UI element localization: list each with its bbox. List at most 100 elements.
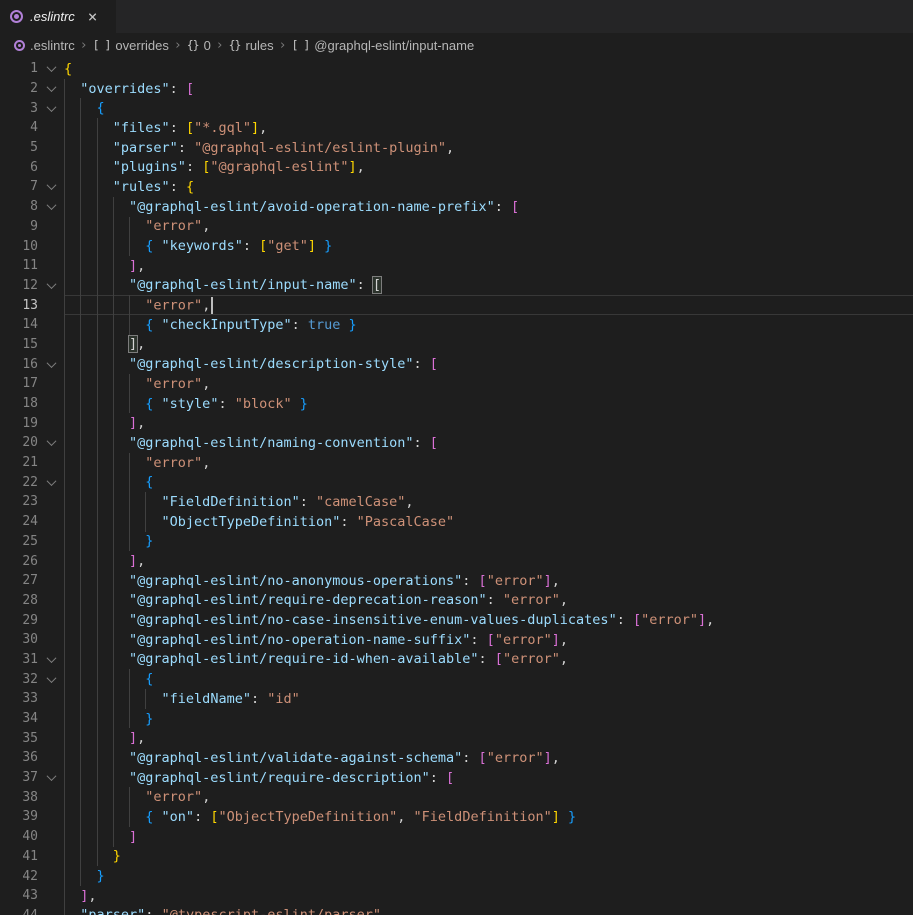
breadcrumb-item--eslintrc[interactable]: .eslintrc xyxy=(14,38,75,53)
code-line-13[interactable]: 13 "error", xyxy=(0,295,913,315)
fold-chevron-down-icon[interactable] xyxy=(46,200,56,210)
code-line-1[interactable]: 1{ xyxy=(0,59,913,79)
code-line-37[interactable]: 37 "@graphql-eslint/require-description"… xyxy=(0,768,913,788)
fold-chevron-down-icon[interactable] xyxy=(46,771,56,781)
line-number: 13 xyxy=(0,298,38,313)
code-line-35[interactable]: 35 ], xyxy=(0,728,913,748)
gutter: 16 xyxy=(0,354,64,374)
indent-guide xyxy=(113,571,114,591)
code-line-11[interactable]: 11 ], xyxy=(0,256,913,276)
token: "@graphql-eslint/validate-against-schema… xyxy=(129,750,462,766)
indent-guide xyxy=(64,472,65,492)
fold-chevron-down-icon[interactable] xyxy=(46,181,56,191)
token: "style" xyxy=(162,396,219,412)
code-tokens: "@graphql-eslint/avoid-operation-name-pr… xyxy=(64,199,519,215)
breadcrumb-item--graphql-eslint-input-name[interactable]: [ ]@graphql-eslint/input-name xyxy=(292,38,475,53)
fold-chevron-down-icon[interactable] xyxy=(46,279,56,289)
code-line-17[interactable]: 17 "error", xyxy=(0,374,913,394)
code-line-18[interactable]: 18 { "style": "block" } xyxy=(0,394,913,414)
code-line-21[interactable]: 21 "error", xyxy=(0,453,913,473)
indent-guide xyxy=(113,315,114,335)
code-line-39[interactable]: 39 { "on": ["ObjectTypeDefinition", "Fie… xyxy=(0,807,913,827)
token: : xyxy=(414,356,430,372)
token: } xyxy=(97,868,105,884)
code-line-10[interactable]: 10 { "keywords": ["get"] } xyxy=(0,236,913,256)
code-line-22[interactable]: 22 { xyxy=(0,472,913,492)
indent-guide xyxy=(64,177,65,197)
fold-chevron-down-icon[interactable] xyxy=(46,358,56,368)
gutter: 7 xyxy=(0,177,64,197)
code-line-5[interactable]: 5 "parser": "@graphql-eslint/eslint-plug… xyxy=(0,138,913,158)
code-line-27[interactable]: 27 "@graphql-eslint/no-anonymous-operati… xyxy=(0,571,913,591)
token: , xyxy=(357,159,365,175)
code-line-3[interactable]: 3 { xyxy=(0,98,913,118)
code-line-content: "parser": "@typescript-eslint/parser" xyxy=(64,906,913,915)
code-line-41[interactable]: 41 } xyxy=(0,847,913,867)
code-line-32[interactable]: 32 { xyxy=(0,669,913,689)
token: "ObjectTypeDefinition" xyxy=(162,514,341,530)
breadcrumb-item-overrides[interactable]: [ ]overrides xyxy=(93,38,169,53)
code-line-25[interactable]: 25 } xyxy=(0,532,913,552)
code-line-19[interactable]: 19 ], xyxy=(0,413,913,433)
code-line-15[interactable]: 15 ], xyxy=(0,335,913,355)
tab-close-icon[interactable]: × xyxy=(88,9,98,25)
code-line-28[interactable]: 28 "@graphql-eslint/require-deprecation-… xyxy=(0,591,913,611)
token: : xyxy=(479,651,495,667)
code-line-29[interactable]: 29 "@graphql-eslint/no-case-insensitive-… xyxy=(0,610,913,630)
tab-eslintrc[interactable]: .eslintrc × xyxy=(0,0,116,33)
code-line-content: { xyxy=(64,472,913,492)
code-line-2[interactable]: 2 "overrides": [ xyxy=(0,79,913,99)
code-tokens: ], xyxy=(64,553,145,569)
fold-chevron-down-icon[interactable] xyxy=(46,673,56,683)
code-line-content: "error", xyxy=(64,295,913,315)
fold-chevron-down-icon[interactable] xyxy=(46,82,56,92)
code-line-7[interactable]: 7 "rules": { xyxy=(0,177,913,197)
code-line-14[interactable]: 14 { "checkInputType": true } xyxy=(0,315,913,335)
code-line-30[interactable]: 30 "@graphql-eslint/no-operation-name-su… xyxy=(0,630,913,650)
indent-guide xyxy=(129,787,130,807)
indent-guide xyxy=(64,787,65,807)
code-line-24[interactable]: 24 "ObjectTypeDefinition": "PascalCase" xyxy=(0,512,913,532)
code-line-12[interactable]: 12 "@graphql-eslint/input-name": [ xyxy=(0,276,913,296)
fold-chevron-down-icon[interactable] xyxy=(46,102,56,112)
indent-guide xyxy=(145,492,146,512)
breadcrumb-item-rules[interactable]: {}rules xyxy=(229,38,274,53)
fold-chevron-down-icon[interactable] xyxy=(46,476,56,486)
token: { xyxy=(97,100,105,116)
code-line-44[interactable]: 44 "parser": "@typescript-eslint/parser" xyxy=(0,906,913,915)
token: "error" xyxy=(641,612,698,628)
code-line-20[interactable]: 20 "@graphql-eslint/naming-convention": … xyxy=(0,433,913,453)
indent-guide xyxy=(80,827,81,847)
code-line-34[interactable]: 34 } xyxy=(0,709,913,729)
token: { xyxy=(145,396,161,412)
indent-guide xyxy=(97,807,98,827)
line-number: 5 xyxy=(0,140,38,155)
code-line-6[interactable]: 6 "plugins": ["@graphql-eslint"], xyxy=(0,157,913,177)
indent-guide xyxy=(113,256,114,276)
code-line-36[interactable]: 36 "@graphql-eslint/validate-against-sch… xyxy=(0,748,913,768)
code-line-23[interactable]: 23 "FieldDefinition": "camelCase", xyxy=(0,492,913,512)
code-line-16[interactable]: 16 "@graphql-eslint/description-style": … xyxy=(0,354,913,374)
code-editor[interactable]: 1{2 "overrides": [3 {4 "files": ["*.gql"… xyxy=(0,57,913,915)
code-line-43[interactable]: 43 ], xyxy=(0,886,913,906)
gutter: 41 xyxy=(0,847,64,867)
code-line-8[interactable]: 8 "@graphql-eslint/avoid-operation-name-… xyxy=(0,197,913,217)
token: [ xyxy=(430,356,438,372)
code-line-42[interactable]: 42 } xyxy=(0,866,913,886)
code-line-9[interactable]: 9 "error", xyxy=(0,217,913,237)
code-line-33[interactable]: 33 "fieldName": "id" xyxy=(0,689,913,709)
code-line-26[interactable]: 26 ], xyxy=(0,551,913,571)
indent-guide xyxy=(129,709,130,729)
code-line-40[interactable]: 40 ] xyxy=(0,827,913,847)
code-line-content: "overrides": [ xyxy=(64,79,913,99)
breadcrumb-item-0[interactable]: {}0 xyxy=(187,38,211,53)
token: : xyxy=(462,750,478,766)
code-line-31[interactable]: 31 "@graphql-eslint/require-id-when-avai… xyxy=(0,650,913,670)
code-line-4[interactable]: 4 "files": ["*.gql"], xyxy=(0,118,913,138)
indent-guide xyxy=(80,433,81,453)
code-line-38[interactable]: 38 "error", xyxy=(0,787,913,807)
fold-chevron-down-icon[interactable] xyxy=(46,62,56,72)
fold-chevron-down-icon[interactable] xyxy=(46,653,56,663)
fold-chevron-down-icon[interactable] xyxy=(46,437,56,447)
code-line-content: "@graphql-eslint/validate-against-schema… xyxy=(64,748,913,768)
